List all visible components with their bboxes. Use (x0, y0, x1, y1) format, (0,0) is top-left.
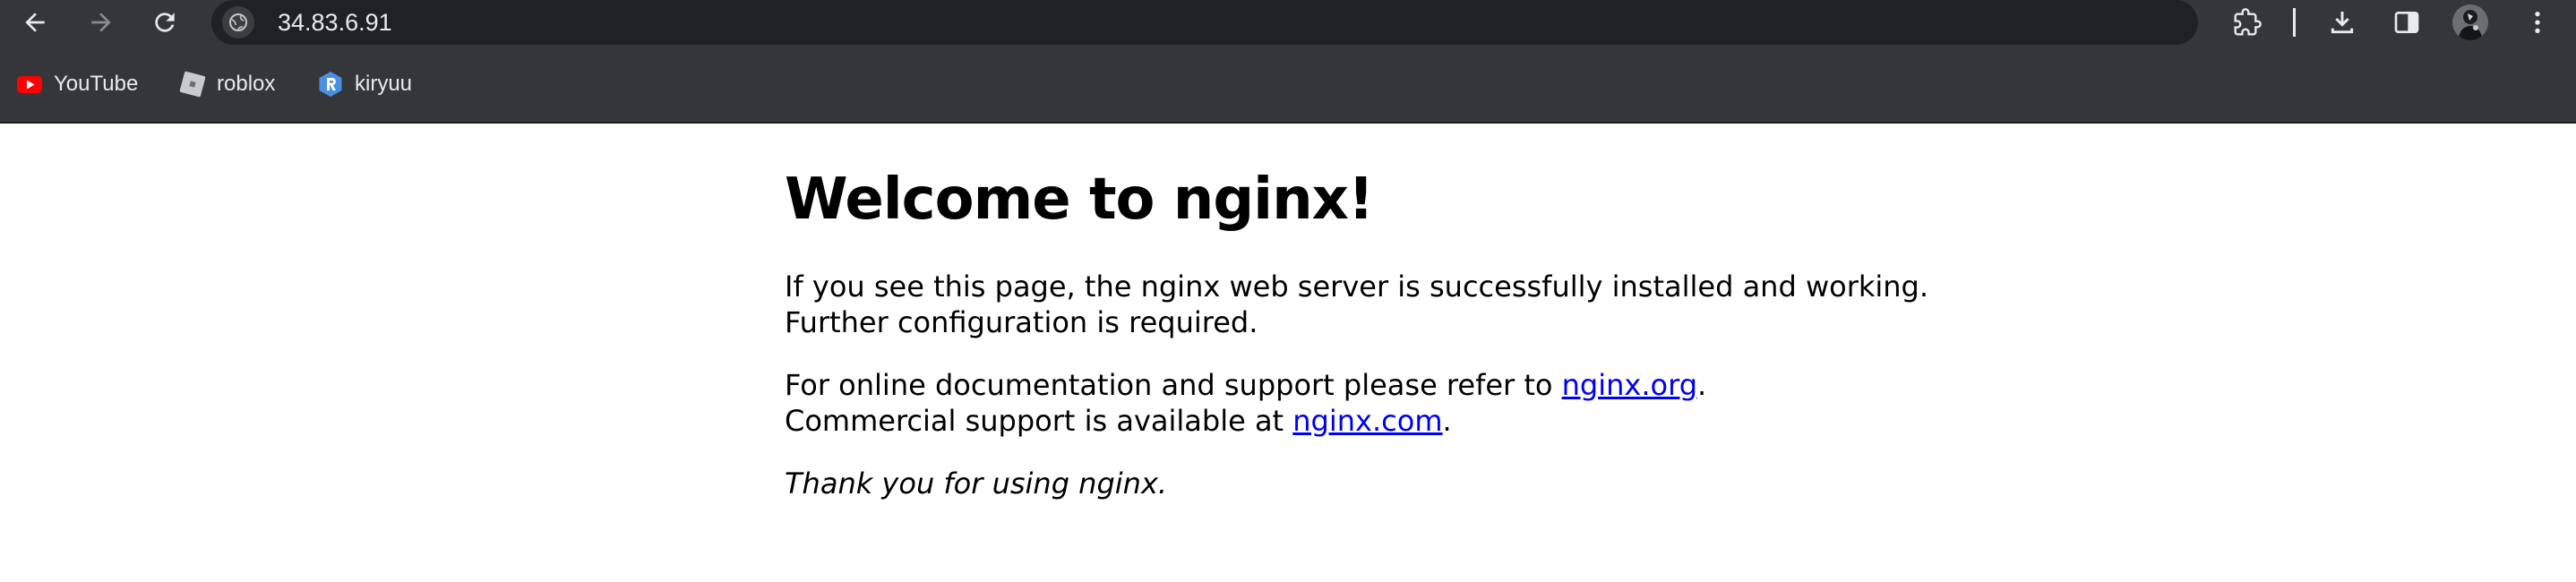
profile-avatar[interactable] (2452, 4, 2488, 40)
bookmark-label: roblox (217, 72, 276, 96)
nginx-com-link[interactable]: nginx.com (1292, 404, 1442, 438)
download-icon (2331, 12, 2354, 34)
bookmark-kiryuu[interactable]: kiryuu (317, 71, 412, 98)
back-arrow-icon (25, 13, 45, 32)
site-info-icon (229, 13, 247, 31)
period-text: . (1442, 404, 1452, 438)
forward-button[interactable] (82, 4, 120, 41)
bookmark-youtube[interactable]: YouTube (16, 71, 138, 98)
download-button[interactable] (2323, 4, 2361, 41)
roblox-icon (179, 71, 206, 98)
side-panel-icon (2394, 12, 2419, 33)
bookmark-roblox[interactable]: roblox (179, 71, 275, 98)
back-button[interactable] (16, 4, 54, 41)
bookmark-label: YouTube (54, 72, 139, 96)
extensions-button[interactable] (2228, 4, 2266, 41)
extensions-icon (2234, 8, 2262, 36)
bookmark-label: kiryuu (355, 72, 413, 96)
page-content: Welcome to nginx! If you see this page, … (785, 124, 2039, 501)
side-panel-button[interactable] (2388, 4, 2426, 41)
intro-paragraph: If you see this page, the nginx web serv… (785, 270, 1929, 339)
youtube-icon (17, 76, 42, 93)
toolbar-divider (2293, 8, 2296, 37)
reload-button[interactable] (146, 4, 184, 41)
support-paragraph: For online documentation and support ple… (785, 367, 2039, 439)
nginx-org-link[interactable]: nginx.org (1562, 368, 1697, 402)
site-info-button[interactable] (222, 6, 254, 39)
url-text[interactable]: 34.83.6.91 (278, 8, 392, 37)
browser-toolbar: 34.83.6.91 (0, 0, 2576, 45)
commercial-support-text: Commercial support is available at (785, 404, 1293, 438)
support-text: For online documentation and support ple… (785, 368, 1562, 402)
profile-avatar-image (2452, 4, 2488, 40)
thank-you-text: Thank you for using nginx. (785, 466, 1168, 501)
bookmarks-bar: YouTube roblox kiryuu (0, 45, 2576, 124)
address-bar[interactable]: 34.83.6.91 (211, 0, 2198, 45)
more-menu-button[interactable] (2519, 4, 2556, 41)
page-title: Welcome to nginx! (785, 167, 1374, 233)
forward-arrow-icon (91, 13, 111, 32)
reload-icon (155, 13, 175, 32)
period-text: . (1697, 368, 1707, 402)
more-menu-icon (2535, 12, 2540, 33)
kiryuu-icon (319, 72, 342, 97)
